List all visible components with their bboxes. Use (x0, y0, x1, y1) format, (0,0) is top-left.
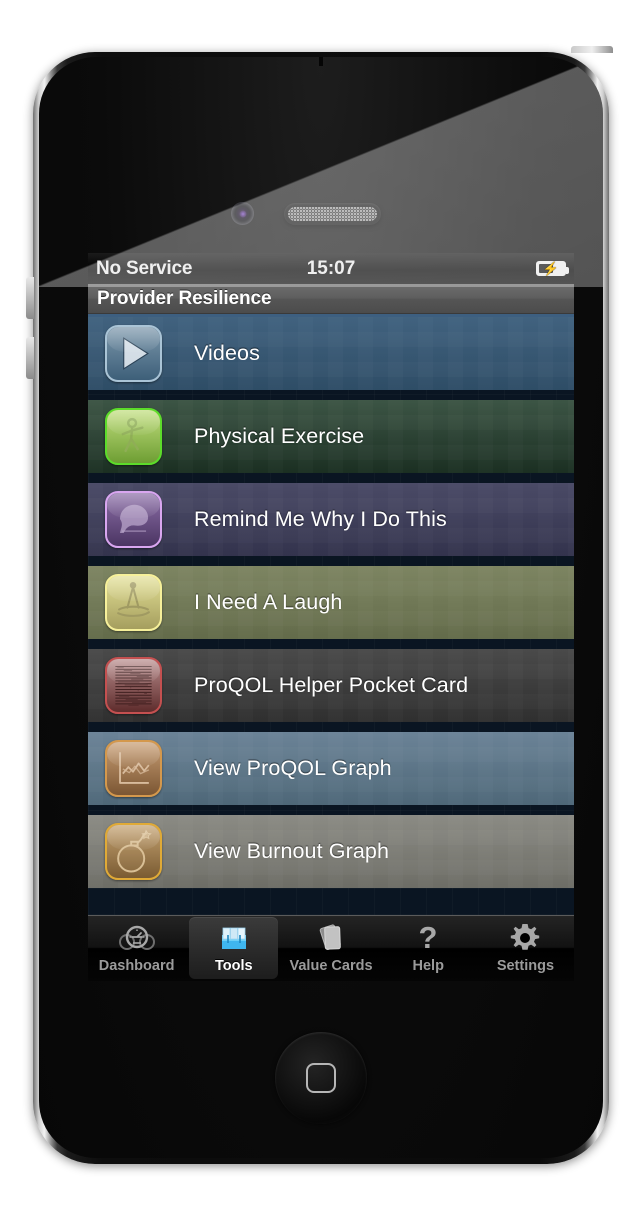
power-button[interactable] (571, 46, 613, 53)
tab-value-cards[interactable]: Value Cards (282, 916, 379, 981)
list-item[interactable]: Videos (88, 317, 574, 390)
phone-screen: No Service 15:07 ⚡ Provider Resilience V… (88, 253, 574, 981)
volume-up-button[interactable] (26, 277, 34, 319)
phone-body: No Service 15:07 ⚡ Provider Resilience V… (39, 57, 603, 1158)
tab-help[interactable]: ? Help (380, 916, 477, 981)
list-item[interactable]: View ProQOL Graph (88, 732, 574, 805)
list-item-label: View ProQOL Graph (194, 756, 392, 780)
gauges-icon (118, 921, 155, 955)
list-item-label: Physical Exercise (194, 424, 365, 448)
list-item[interactable]: I Need A Laugh (88, 566, 574, 639)
phone-device-frame: No Service 15:07 ⚡ Provider Resilience V… (26, 46, 613, 1164)
cards-icon (313, 921, 349, 955)
earpiece-speaker-icon (284, 203, 381, 225)
front-camera-icon (231, 202, 254, 225)
tools-list[interactable]: Videos Physical Exercise Remind Me Why I … (88, 314, 574, 915)
status-bar: No Service 15:07 ⚡ (88, 253, 574, 284)
page-title: Provider Resilience (97, 287, 272, 309)
tab-label: Dashboard (98, 958, 175, 974)
navigation-bar: Provider Resilience (88, 284, 574, 314)
list-item-label: Remind Me Why I Do This (194, 507, 447, 531)
antenna-mark (319, 57, 323, 66)
list-item[interactable]: Physical Exercise (88, 400, 574, 473)
list-item[interactable]: ProQOL Helper Pocket Card (88, 649, 574, 722)
status-clock: 15:07 (306, 257, 356, 279)
tab-dashboard[interactable]: Dashboard (88, 916, 185, 981)
list-item[interactable]: Remind Me Why I Do This (88, 483, 574, 556)
camera-lens (239, 210, 246, 217)
tab-tools[interactable]: Tools (185, 916, 282, 981)
charging-bolt-icon: ⚡ (542, 260, 560, 276)
tab-bar[interactable]: Dashboard Tools Value Cards ? Help Setti… (88, 915, 574, 981)
tab-label: Value Cards (289, 958, 373, 974)
volume-down-button[interactable] (26, 337, 34, 379)
play-triangle-icon (105, 325, 162, 382)
tab-label: Settings (496, 958, 555, 974)
tab-label: Help (412, 958, 444, 974)
question-mark-icon: ? (410, 921, 446, 955)
tab-settings[interactable]: Settings (477, 916, 574, 981)
battery-charging-icon: ⚡ (536, 260, 569, 276)
list-item-label: I Need A Laugh (194, 590, 343, 614)
list-item-label: View Burnout Graph (194, 839, 390, 863)
list-item[interactable]: View Burnout Graph (88, 815, 574, 888)
bird-icon (105, 491, 162, 548)
gear-icon (507, 921, 543, 955)
jester-hat-icon (105, 574, 162, 631)
toolbox-icon (216, 921, 252, 955)
speaker-mesh (288, 207, 377, 221)
line-chart-icon (105, 740, 162, 797)
list-item-label: ProQOL Helper Pocket Card (194, 673, 469, 697)
bomb-icon (105, 823, 162, 880)
tab-label: Tools (215, 958, 253, 974)
home-button[interactable] (275, 1032, 367, 1124)
svg-text:?: ? (419, 921, 438, 955)
text-card-icon (105, 657, 162, 714)
list-item-label: Videos (194, 341, 260, 365)
home-square-icon (306, 1063, 336, 1093)
running-figure-icon (105, 408, 162, 465)
